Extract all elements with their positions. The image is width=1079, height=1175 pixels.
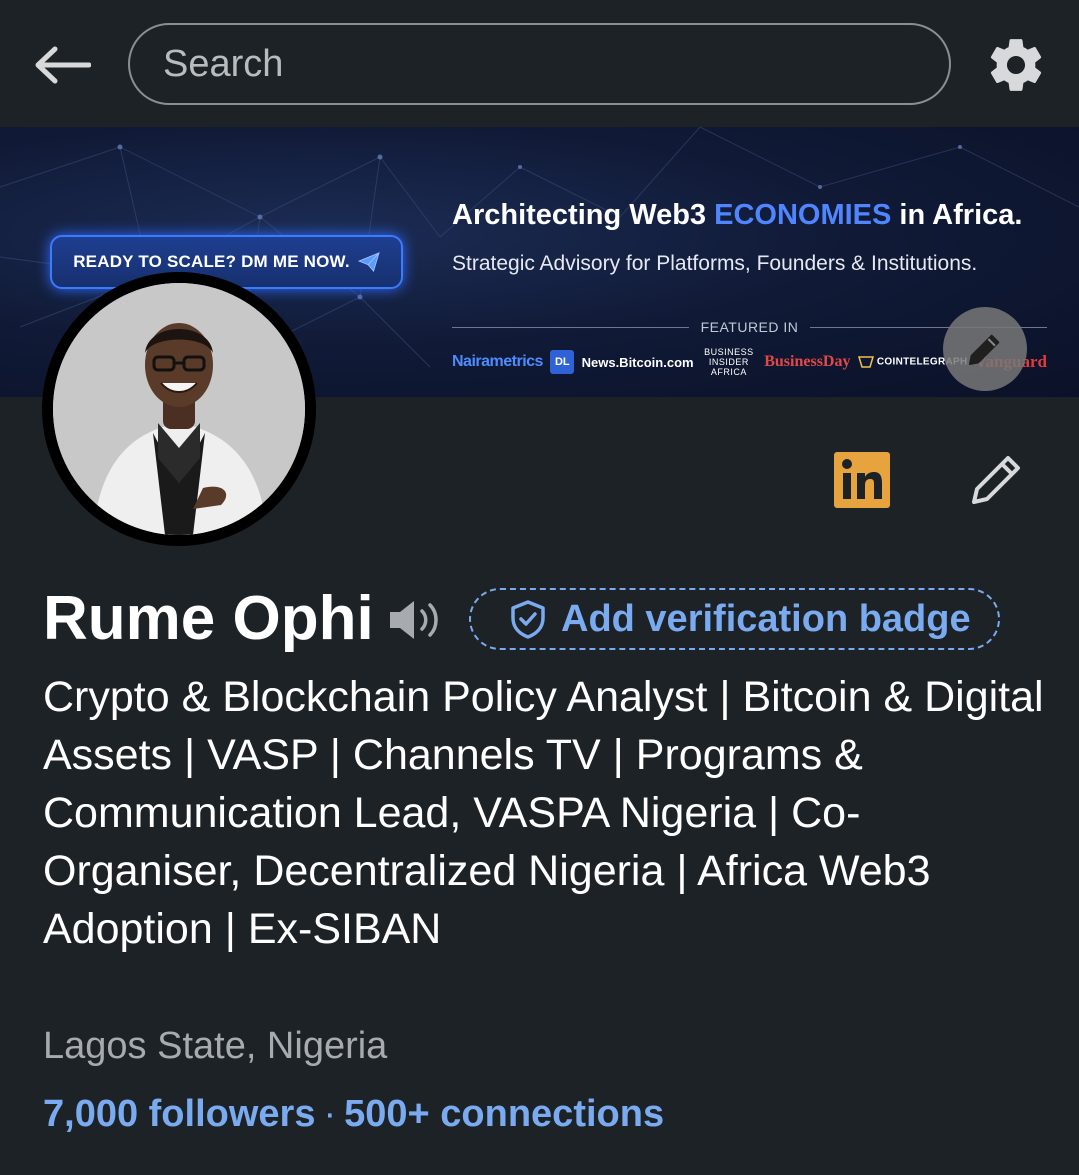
settings-button[interactable] xyxy=(985,34,1047,96)
edit-profile-button[interactable] xyxy=(966,450,1026,510)
shield-check-icon xyxy=(511,600,545,639)
arrow-left-icon xyxy=(35,46,91,84)
name-pronunciation-button[interactable] xyxy=(386,597,444,643)
businessday-logo: BusinessDay xyxy=(764,353,851,370)
profile-headline: Crypto & Blockchain Policy Analyst | Bit… xyxy=(43,673,1044,953)
banner-subtitle: Strategic Advisory for Platforms, Founde… xyxy=(452,252,978,275)
profile-location: Lagos State, Nigeria xyxy=(43,1025,388,1067)
followers-link[interactable]: 7,000 followers xyxy=(43,1093,315,1135)
profile-photo xyxy=(53,283,305,535)
nairametrics-logo: Nairametrics xyxy=(452,353,543,370)
profile-name: Rume Ophi xyxy=(43,584,374,653)
back-button[interactable] xyxy=(30,38,94,92)
add-verification-badge-button[interactable]: Add verification badge xyxy=(469,588,1000,650)
verification-badge-label: Add verification badge xyxy=(561,597,971,640)
banner-title: Architecting Web3 ECONOMIES in Africa. xyxy=(452,199,1022,232)
network-stats: 7,000 followers · 500+ connections xyxy=(43,1093,664,1136)
linkedin-glyph xyxy=(834,452,890,508)
featured-label: FEATURED IN xyxy=(700,319,799,335)
gear-icon xyxy=(990,39,1042,91)
profile-avatar[interactable] xyxy=(42,272,316,546)
edit-banner-button[interactable] xyxy=(943,307,1027,391)
banner-title-suffix: in Africa. xyxy=(891,199,1023,231)
search-bar[interactable] xyxy=(128,23,951,105)
paper-plane-icon xyxy=(357,252,380,272)
pencil-icon xyxy=(972,456,1020,504)
cointelegraph-mark-icon xyxy=(857,356,874,368)
search-input[interactable] xyxy=(163,42,949,86)
news-bitcoin-logo: News.Bitcoin.com xyxy=(581,354,694,370)
divider-line xyxy=(452,326,689,328)
business-insider-logo: BUSINESS INSIDER AFRICA xyxy=(704,347,754,377)
pencil-icon xyxy=(969,334,1000,365)
connections-link[interactable]: 500+ connections xyxy=(344,1093,664,1135)
stats-separator: · xyxy=(323,1093,337,1135)
banner-title-prefix: Architecting Web3 xyxy=(452,199,715,231)
banner-title-highlight: ECONOMIES xyxy=(714,199,892,231)
speaker-icon xyxy=(390,601,438,639)
top-bar xyxy=(0,0,1079,127)
linkedin-icon[interactable] xyxy=(834,452,890,508)
banner-cta-label: READY TO SCALE? DM ME NOW. xyxy=(73,252,350,271)
dl-news-logo: DL xyxy=(550,350,575,374)
person-portrait xyxy=(53,283,305,535)
